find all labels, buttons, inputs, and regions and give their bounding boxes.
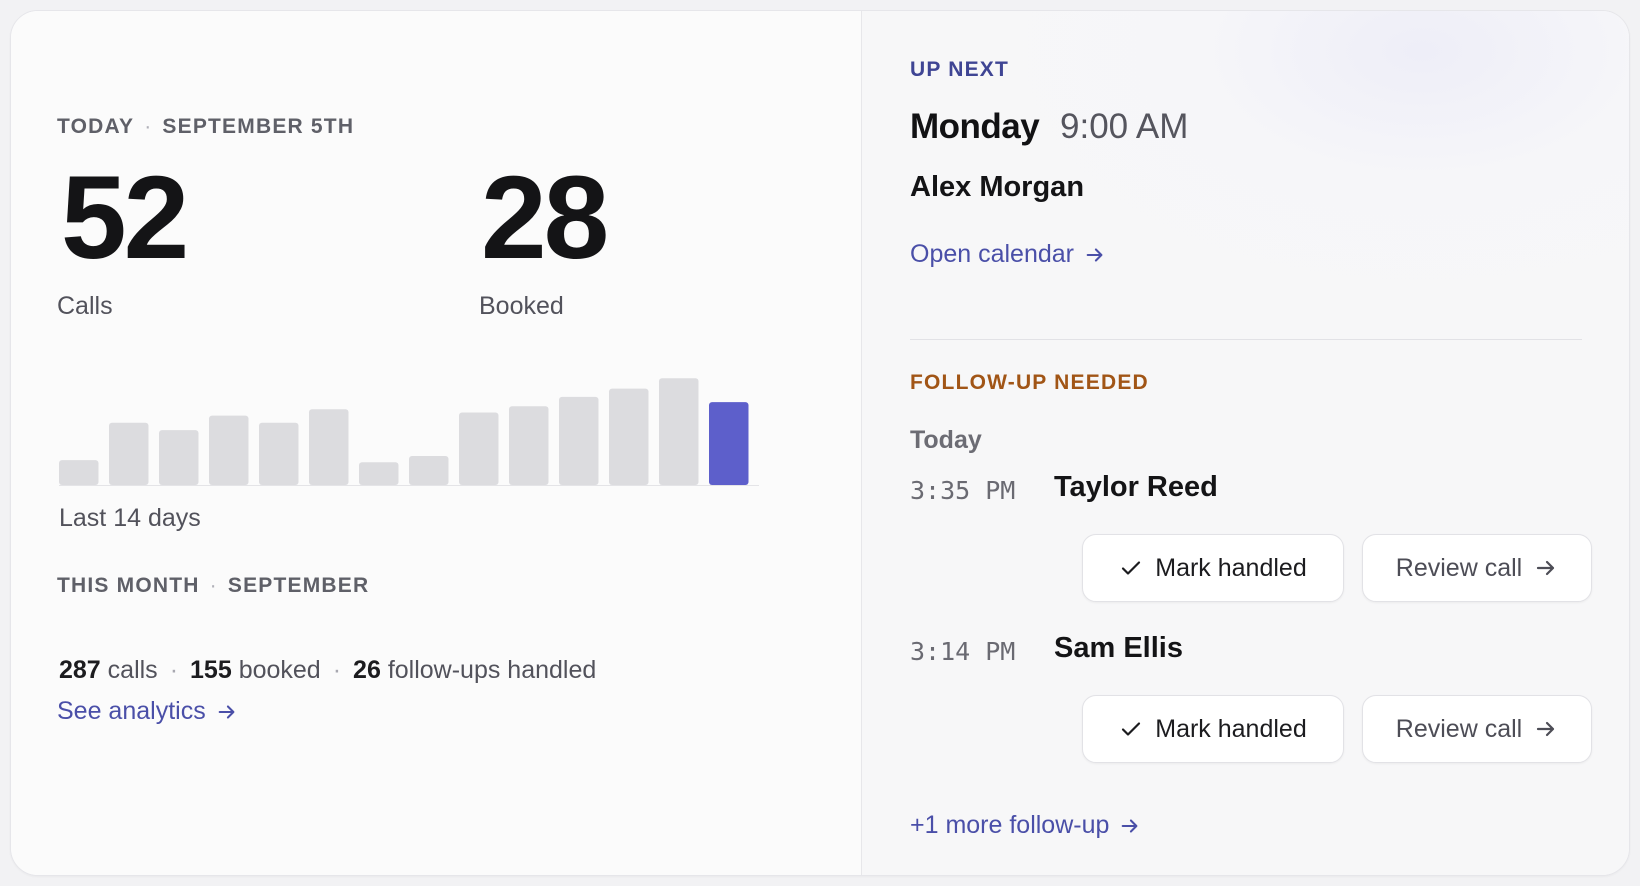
booked-count: 28 (481, 152, 609, 284)
chart-bar (109, 422, 149, 485)
chart-bar (609, 388, 649, 485)
open-calendar-label: Open calendar (910, 240, 1075, 268)
follow-up-name[interactable]: Taylor Reed (1054, 471, 1218, 504)
up-next-time: 9:00 AM (1060, 107, 1189, 146)
chart-bar (209, 415, 249, 485)
more-follow-ups-link[interactable]: +1 more follow-up (910, 811, 1141, 840)
mark-handled-button[interactable]: Mark handled (1082, 695, 1344, 763)
review-call-button[interactable]: Review call (1362, 534, 1592, 602)
calls-count: 52 (61, 152, 189, 284)
more-follow-ups-label: +1 more follow-up (910, 811, 1110, 839)
mark-handled-label: Mark handled (1155, 714, 1307, 743)
mark-handled-label: Mark handled (1155, 553, 1307, 582)
follow-up-heading: FOLLOW-UP NEEDED (910, 371, 1149, 394)
chart-bar (309, 409, 349, 485)
chart-bar (659, 378, 699, 485)
booked-label: Booked (479, 292, 564, 320)
month-followups-label: follow-ups handled (387, 656, 597, 684)
mark-handled-button[interactable]: Mark handled (1082, 534, 1344, 602)
chart-bar (509, 406, 549, 485)
chart-bar (409, 456, 449, 485)
arrow-right-icon (1537, 721, 1555, 737)
month-name: SEPTEMBER (227, 574, 370, 597)
chart-caption: Last 14 days (59, 504, 201, 532)
arrow-right-icon (1537, 560, 1555, 576)
see-analytics-link[interactable]: See analytics (57, 697, 238, 726)
follow-up-time: 3:35 PM (910, 476, 1016, 505)
open-calendar-link[interactable]: Open calendar (910, 240, 1106, 269)
chart-bar (59, 460, 99, 485)
today-date: SEPTEMBER 5TH (162, 115, 355, 138)
summary-panel: TODAY · SEPTEMBER 5TH 52 Calls 28 Booked L… (11, 11, 861, 875)
separator-dot: · (144, 115, 153, 138)
month-followups-value: 26 (353, 656, 381, 684)
chart-bar (359, 462, 399, 485)
check-icon (1122, 722, 1141, 736)
chart-bar (259, 422, 299, 485)
schedule-panel: UP NEXT Monday 9:00 AM Alex Morgan Open … (861, 11, 1629, 875)
section-divider (910, 339, 1582, 340)
month-calls-value: 287 (59, 656, 101, 684)
month-heading: THIS MONTH · SEPTEMBER (57, 574, 369, 598)
check-icon (1122, 561, 1141, 575)
follow-up-group-label: Today (910, 426, 982, 454)
month-booked-label: booked (238, 656, 321, 684)
chart-bar (459, 412, 499, 485)
review-call-label: Review call (1395, 714, 1523, 743)
daily-calls-bar-chart (59, 378, 759, 486)
today-heading: TODAY · SEPTEMBER 5TH (57, 115, 354, 139)
follow-up-name[interactable]: Sam Ellis (1054, 632, 1183, 665)
arrow-right-icon (1086, 247, 1103, 262)
review-call-label: Review call (1395, 553, 1523, 582)
up-next-person: Alex Morgan (910, 171, 1085, 203)
today-label: TODAY (57, 115, 135, 138)
month-booked-value: 155 (190, 656, 232, 684)
separator-dot: · (169, 656, 179, 684)
up-next-day: Monday (910, 107, 1040, 146)
see-analytics-label: See analytics (57, 697, 206, 725)
review-call-button[interactable]: Review call (1362, 695, 1592, 763)
arrow-right-icon (218, 704, 235, 719)
calls-label: Calls (57, 292, 113, 320)
month-label: THIS MONTH (57, 574, 200, 597)
month-stats: 287 calls · 155 booked · 26 follow-ups handl… (59, 656, 596, 685)
month-calls-label: calls (107, 656, 158, 684)
chart-bar (559, 396, 599, 485)
up-next-heading: UP NEXT (910, 58, 1010, 81)
chart-bar (159, 430, 199, 485)
dashboard-card: TODAY · SEPTEMBER 5TH 52 Calls 28 Booked L… (10, 10, 1630, 876)
follow-up-time: 3:14 PM (910, 637, 1016, 666)
separator-dot: · (209, 574, 218, 597)
separator-dot: · (332, 656, 342, 684)
arrow-right-icon (1122, 818, 1138, 833)
chart-bar-today (709, 402, 749, 485)
